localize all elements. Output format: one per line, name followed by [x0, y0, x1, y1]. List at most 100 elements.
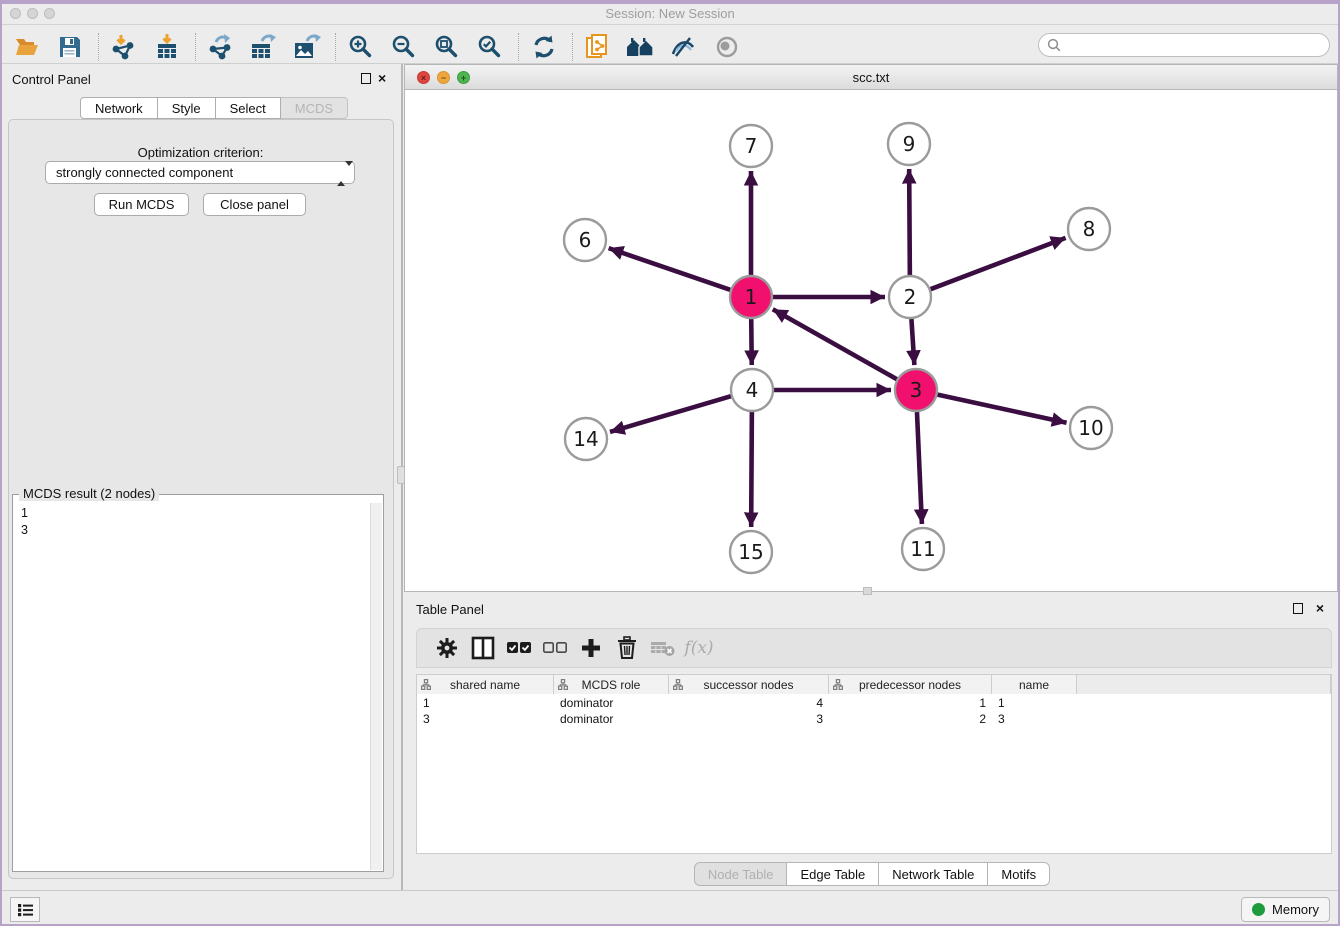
search-field[interactable] — [1038, 33, 1330, 57]
deselect-all-icon[interactable] — [537, 633, 573, 663]
log-console-button[interactable] — [10, 897, 40, 922]
control-tab-style[interactable]: Style — [158, 97, 216, 119]
graph-edge-2-8[interactable] — [931, 238, 1066, 289]
panel-splitter-handle[interactable] — [397, 466, 405, 484]
select-all-icon[interactable] — [501, 633, 537, 663]
table-cell[interactable]: dominator — [554, 711, 669, 727]
status-bar: Memory — [0, 890, 1340, 926]
zoom-selected-icon[interactable] — [473, 32, 507, 62]
svg-text:15: 15 — [738, 540, 763, 564]
optimization-criterion-select[interactable]: strongly connected component — [45, 161, 355, 184]
graph-node-7[interactable]: 7 — [730, 125, 772, 167]
graph-node-15[interactable]: 15 — [730, 531, 772, 573]
show-all-icon[interactable] — [710, 32, 744, 62]
float-table-panel-icon[interactable] — [1293, 603, 1303, 614]
graph-node-10[interactable]: 10 — [1070, 407, 1112, 449]
network-window-title: scc.txt — [405, 70, 1337, 85]
add-column-icon[interactable] — [573, 633, 609, 663]
graph-node-3[interactable]: 3 — [895, 369, 937, 411]
first-neighbors-icon[interactable] — [624, 32, 658, 62]
run-mcds-button[interactable]: Run MCDS — [94, 193, 189, 216]
table-cell[interactable]: dominator — [554, 695, 669, 711]
import-table-icon[interactable] — [150, 32, 184, 62]
column-header-shared-name[interactable]: shared name — [417, 675, 554, 694]
select-spinner-icon — [337, 166, 346, 181]
graph-edge-2-9[interactable] — [909, 169, 910, 275]
graph-edge-2-3[interactable] — [911, 319, 914, 365]
graph-edge-3-10[interactable] — [937, 395, 1066, 423]
graph-node-6[interactable]: 6 — [564, 219, 606, 261]
zoom-out-icon[interactable] — [387, 32, 421, 62]
close-panel-icon[interactable]: × — [378, 70, 386, 86]
column-header-MCDS-role[interactable]: MCDS role — [554, 675, 669, 694]
table-cell[interactable]: 3 — [669, 711, 829, 727]
table-tab-node-table[interactable]: Node Table — [694, 862, 788, 886]
export-image-icon[interactable] — [290, 32, 324, 62]
table-panel-title: Table Panel — [416, 602, 484, 617]
graph-edge-3-11[interactable] — [917, 412, 922, 524]
control-tab-mcds[interactable]: MCDS — [281, 97, 348, 119]
control-tab-network[interactable]: Network — [80, 97, 158, 119]
table-tab-network-table[interactable]: Network Table — [879, 862, 988, 886]
hide-selected-icon[interactable] — [667, 32, 701, 62]
table-cell[interactable]: 1 — [992, 695, 1077, 711]
graph-node-2[interactable]: 2 — [889, 276, 931, 318]
graph-edge-1-6[interactable] — [609, 248, 731, 290]
network-window-titlebar[interactable]: × − + scc.txt — [404, 64, 1338, 90]
table-panel-tabs: Node TableEdge TableNetwork TableMotifs — [404, 862, 1340, 886]
memory-button[interactable]: Memory — [1241, 897, 1330, 922]
graph-edge-4-14[interactable] — [610, 396, 731, 432]
table-row[interactable]: 1dominator411 — [417, 695, 1331, 711]
export-table-icon[interactable] — [247, 32, 281, 62]
graph-edge-3-1[interactable] — [773, 309, 897, 379]
graph-node-11[interactable]: 11 — [902, 528, 944, 570]
zoom-fit-icon[interactable] — [430, 32, 464, 62]
table-cell[interactable]: 4 — [669, 695, 829, 711]
control-tab-select[interactable]: Select — [216, 97, 281, 119]
network-canvas[interactable]: 7 9 6 8 1 2 4 3 14 10 15 11 — [404, 90, 1338, 592]
column-header-predecessor-nodes[interactable]: predecessor nodes — [829, 675, 992, 694]
open-session-icon[interactable] — [10, 32, 44, 62]
table-tab-edge-table[interactable]: Edge Table — [787, 862, 879, 886]
table-cell[interactable]: 3 — [992, 711, 1077, 727]
mcds-result-scrollbar[interactable] — [370, 503, 382, 870]
graph-edge-4-15[interactable] — [751, 412, 752, 527]
graph-node-8[interactable]: 8 — [1068, 208, 1110, 250]
close-panel-button[interactable]: Close panel — [203, 193, 306, 216]
import-network-icon[interactable] — [107, 32, 141, 62]
control-panel-tabs: NetworkStyleSelectMCDS — [80, 97, 348, 119]
mcds-result-text: 1 3 — [14, 503, 370, 870]
main-toolbar — [0, 30, 1340, 64]
toolbar-separator — [572, 33, 573, 61]
column-header-name[interactable]: name — [992, 675, 1077, 694]
svg-text:9: 9 — [903, 132, 916, 156]
column-chooser-icon[interactable] — [465, 633, 501, 663]
refresh-icon[interactable] — [527, 32, 561, 62]
zoom-in-icon[interactable] — [344, 32, 378, 62]
graph-node-9[interactable]: 9 — [888, 123, 930, 165]
table-cell[interactable]: 1 — [829, 695, 992, 711]
graph-node-1[interactable]: 1 — [730, 276, 772, 318]
table-row[interactable]: 3dominator323 — [417, 711, 1331, 727]
control-panel-header: Control Panel × — [0, 64, 401, 94]
search-input[interactable] — [1066, 38, 1321, 52]
node-table[interactable]: shared nameMCDS rolesuccessor nodesprede… — [416, 674, 1332, 854]
table-cell[interactable]: 2 — [829, 711, 992, 727]
table-cell[interactable]: 1 — [417, 695, 554, 711]
new-network-from-file-icon[interactable] — [581, 32, 615, 62]
column-header-successor-nodes[interactable]: successor nodes — [669, 675, 829, 694]
save-session-icon[interactable] — [53, 32, 87, 62]
table-tab-motifs[interactable]: Motifs — [988, 862, 1050, 886]
canvas-scroll-handle[interactable] — [863, 587, 872, 595]
svg-text:8: 8 — [1083, 217, 1096, 241]
float-panel-icon[interactable] — [361, 73, 371, 84]
table-cell[interactable]: 3 — [417, 711, 554, 727]
graph-node-14[interactable]: 14 — [565, 418, 607, 460]
control-panel-title: Control Panel — [12, 72, 91, 87]
delete-column-icon[interactable] — [609, 633, 645, 663]
network-graph: 7 9 6 8 1 2 4 3 14 10 15 11 — [405, 90, 1337, 590]
close-table-panel-icon[interactable]: × — [1316, 600, 1324, 616]
table-settings-gear-icon[interactable] — [429, 633, 465, 663]
export-network-icon[interactable] — [204, 32, 238, 62]
graph-node-4[interactable]: 4 — [731, 369, 773, 411]
